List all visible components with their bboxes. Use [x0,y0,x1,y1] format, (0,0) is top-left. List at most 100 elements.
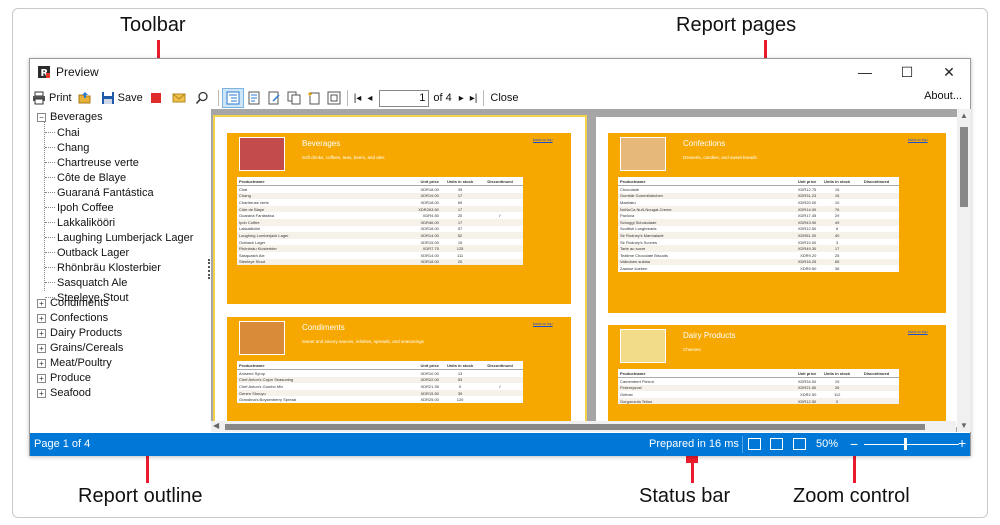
tree-node-collapsed[interactable]: + Seafood [37,387,91,399]
export-red-icon [150,93,161,103]
table-row: Genen Shouyu XDR15.50 39 [237,389,523,397]
zoom-page-width-icon[interactable] [748,438,761,450]
tree-node-leaf[interactable]: Outback Lager [45,247,129,259]
expand-icon[interactable]: + [37,314,46,323]
tree-node-leaf[interactable]: Rhönbräu Klosterbier [45,262,161,274]
back-to-top-link[interactable]: back to top [533,321,553,326]
tree-node-leaf[interactable]: Chang [45,142,89,154]
table-cell: Chef Anton's Gumbo Mix [239,383,284,389]
zoom-out-button[interactable]: − [850,436,858,452]
tree-node-collapsed[interactable]: + Dairy Products [37,327,122,339]
table-row: Chef Anton's Gumbo Mix XDR21.35 0 ✓ [237,383,523,390]
about-button[interactable]: About... [924,90,962,102]
table-cell: XDR10.00 [797,239,817,245]
tree-node-collapsed[interactable]: + Meat/Poultry [37,357,112,369]
thumbnails-button[interactable] [244,88,264,108]
tree-node-leaf[interactable]: Sasquatch Ale [45,277,127,289]
expand-icon[interactable]: + [37,359,46,368]
prev-page-button[interactable]: ◂ [364,88,375,108]
tree-node-leaf[interactable]: Lakkalikööri [45,217,115,229]
tree-node-leaf[interactable]: Guaraná Fantástica [45,187,154,199]
table-cell: XDR21.35 [420,383,439,389]
scroll-down-icon[interactable]: ▼ [960,421,968,430]
table-row: Scottish Longbreads XDR12.50 6 [618,226,899,233]
table-cell: 10 [834,199,840,205]
back-to-top-link[interactable]: back to top [908,329,928,334]
back-to-top-link[interactable]: back to top [908,137,928,142]
save-button[interactable]: Save [98,88,146,108]
scroll-up-icon[interactable]: ▲ [960,111,968,120]
table-cell: Aniseed Syrup [239,370,266,376]
horizontal-scrollbar[interactable]: ◀ [211,421,956,432]
export-button[interactable] [146,88,169,108]
table-cell: Flotemysost [620,385,642,391]
column-header: Units in stock [446,362,474,368]
table-cell: Chai [239,186,248,192]
expand-icon[interactable]: + [37,299,46,308]
tree-node-beverages[interactable]: − Beverages [37,111,103,123]
copy-page-button[interactable] [284,88,304,108]
tree-node-collapsed[interactable]: + Condiments [37,297,109,309]
tree-node-collapsed[interactable]: + Confections [37,312,108,324]
new-page-button[interactable] [304,88,324,108]
tree-node-leaf[interactable]: Ipoh Coffee [45,202,114,214]
maximize-button[interactable]: ☐ [886,59,928,85]
table-cell: Teatime Chocolate Biscuits [620,252,669,258]
zoom-slider-track[interactable] [864,444,959,445]
find-button[interactable] [192,88,215,108]
last-page-button[interactable]: ▸| [467,88,481,108]
tree-node-leaf[interactable]: Laughing Lumberjack Lager [45,232,193,244]
zoom-in-button[interactable]: + [958,435,966,451]
table-cell: Côte de Blaye [239,206,265,212]
page-setup-button[interactable] [324,88,344,108]
table-cell: XDR46.00 [420,219,439,225]
tree-node-leaf[interactable]: Chai [45,127,80,139]
tree-connector [45,162,55,163]
back-to-top-link[interactable]: back to top [533,137,553,142]
table-row: Flotemysost XDR21.50 26 [618,384,899,392]
tree-node-leaf[interactable]: Chartreuse verte [45,157,139,169]
table-cell: 15 [834,186,840,192]
report-outline: − Beverages Chai Chang Chartreuse verte Côte… [30,109,208,432]
next-page-button[interactable]: ▸ [456,88,467,108]
table-row: Chang XDR19.00 17 [237,192,523,200]
outline-splitter[interactable] [208,259,210,279]
table-cell: 52 [457,232,463,238]
first-page-button[interactable]: |◂ [351,88,365,108]
vertical-scroll-thumb[interactable] [960,127,968,207]
table-cell: XDR15.00 [420,239,439,245]
close-preview-button[interactable]: Close [487,88,521,108]
table-cell: Chartreuse verte [239,199,269,205]
open-button[interactable] [75,88,98,108]
table-cell: 69 [457,199,463,205]
expand-icon[interactable]: + [37,389,46,398]
column-header: Productname [239,178,265,184]
scroll-left-icon[interactable]: ◀ [213,421,219,430]
tree-node-collapsed[interactable]: + Produce [37,372,91,384]
vertical-scrollbar[interactable]: ▲ ▼ [957,109,971,432]
minimize-button[interactable]: — [844,59,886,85]
table-row: Geitost XDR2.50 112 [618,391,899,398]
close-window-button[interactable]: ✕ [928,59,970,85]
expand-icon[interactable]: + [37,344,46,353]
email-button[interactable] [169,88,192,108]
page-number-input[interactable]: 1 [379,89,430,107]
edit-button[interactable] [264,88,284,108]
page-status: Page 1 of 4 [34,438,91,450]
outline-toggle-button[interactable] [221,88,244,108]
table-cell: 40 [834,232,840,238]
tree-node-collapsed[interactable]: + Grains/Cereals [37,342,123,354]
zoom-whole-page-icon[interactable] [770,438,783,450]
table-cell: 20 [457,259,463,265]
expand-icon[interactable]: + [37,329,46,338]
table-header: Productname Unit price Units in stock Disco… [618,369,899,378]
zoom-multiple-pages-icon[interactable] [793,438,806,450]
expand-icon[interactable]: + [37,374,46,383]
print-button[interactable]: Print [30,88,75,108]
zoom-slider-thumb[interactable] [903,438,907,450]
horizontal-scroll-thumb[interactable] [225,424,925,430]
table-cell: XDR263.50 [418,206,439,212]
collapse-icon[interactable]: − [37,113,46,122]
column-header: Unit price [420,178,439,184]
tree-node-leaf[interactable]: Côte de Blaye [45,172,126,184]
